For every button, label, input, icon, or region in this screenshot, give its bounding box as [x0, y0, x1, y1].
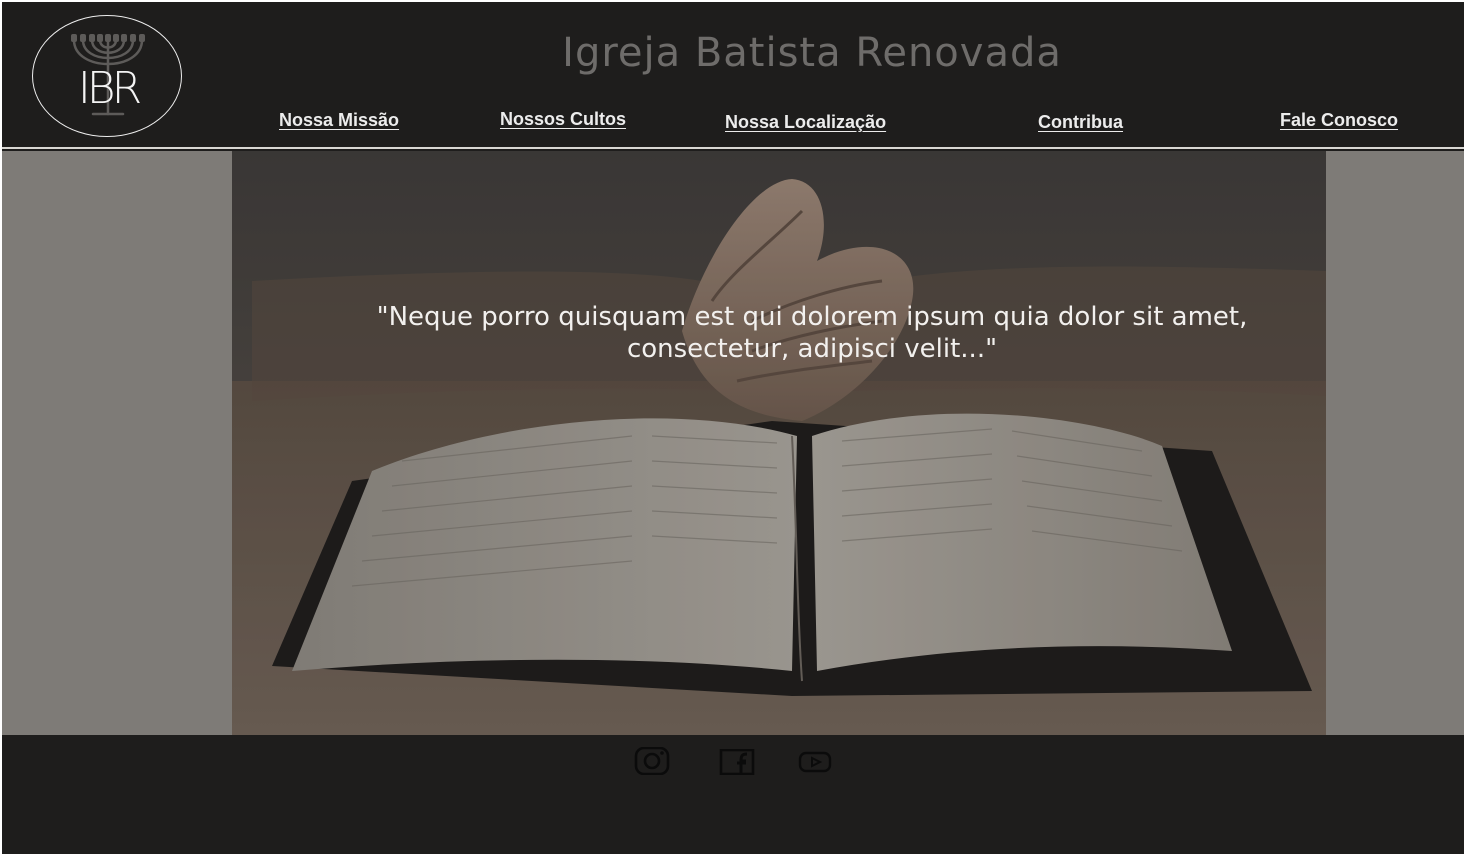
- site-footer: [2, 735, 1464, 854]
- logo-text: IBR: [77, 63, 142, 114]
- instagram-icon: [634, 747, 670, 775]
- facebook-icon: [719, 749, 755, 775]
- nav-nossa-missao[interactable]: Nossa Missão: [279, 110, 399, 131]
- nav-contribua[interactable]: Contribua: [1038, 112, 1123, 133]
- youtube-link[interactable]: [798, 751, 834, 773]
- page-frame: IBR Igreja Batista Renovada Nossa Missão…: [2, 2, 1464, 854]
- instagram-link[interactable]: [634, 747, 670, 775]
- bible-hands-illustration: [232, 151, 1326, 735]
- hero-image-bible-praying-hands: "Neque porro quisquam est qui dolorem ip…: [232, 151, 1326, 735]
- hero-banner: "Neque porro quisquam est qui dolorem ip…: [2, 151, 1464, 735]
- hero-quote: "Neque porro quisquam est qui dolorem ip…: [376, 302, 1248, 364]
- church-logo[interactable]: IBR: [32, 15, 182, 137]
- nav-nossa-localizacao[interactable]: Nossa Localização: [725, 112, 886, 133]
- nav-nossos-cultos[interactable]: Nossos Cultos: [500, 109, 626, 130]
- site-header: IBR Igreja Batista Renovada Nossa Missão…: [2, 2, 1464, 149]
- youtube-icon: [798, 751, 832, 773]
- site-title: Igreja Batista Renovada: [562, 30, 1062, 76]
- facebook-link[interactable]: [719, 749, 755, 775]
- nav-fale-conosco[interactable]: Fale Conosco: [1280, 110, 1398, 131]
